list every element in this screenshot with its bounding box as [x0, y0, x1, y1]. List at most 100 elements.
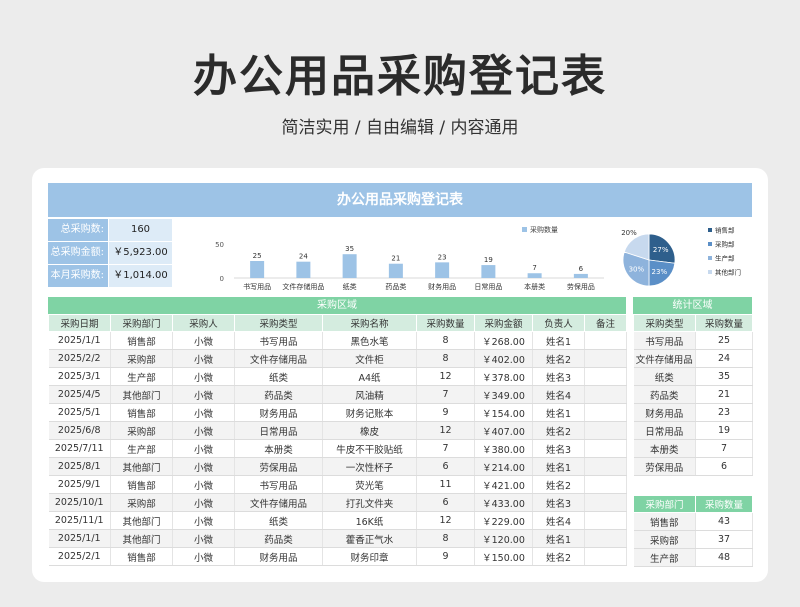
table-cell[interactable]: ￥433.00 [474, 493, 533, 512]
table-cell[interactable]: 销售部 [110, 403, 173, 422]
table-cell[interactable]: 书写用品 [234, 475, 323, 494]
table-cell[interactable]: 2025/8/1 [48, 457, 111, 476]
table-cell[interactable]: 2025/7/11 [48, 439, 111, 458]
table-cell[interactable]: 48 [695, 548, 753, 567]
table-cell[interactable]: 其他部门 [110, 511, 173, 530]
table-cell[interactable]: 劳保用品 [633, 457, 696, 476]
table-cell[interactable]: 姓名3 [532, 439, 585, 458]
table-cell[interactable]: 药品类 [633, 385, 696, 404]
table-cell[interactable]: 24 [695, 349, 753, 368]
table-cell[interactable]: 生产部 [110, 367, 173, 386]
table-cell[interactable]: 生产部 [633, 548, 696, 567]
table-cell[interactable]: ￥380.00 [474, 439, 533, 458]
table-cell[interactable]: ￥407.00 [474, 421, 533, 440]
table-cell[interactable]: 姓名1 [532, 403, 585, 422]
column-header[interactable]: 采购类型 [234, 314, 323, 332]
table-cell[interactable]: 12 [416, 421, 475, 440]
table-cell[interactable] [584, 493, 627, 512]
column-header[interactable]: 采购部门 [633, 495, 696, 513]
column-header[interactable]: 采购数量 [695, 314, 753, 332]
table-cell[interactable]: 其他部门 [110, 529, 173, 548]
table-cell[interactable]: 本册类 [234, 439, 323, 458]
table-cell[interactable]: 文件存储用品 [633, 349, 696, 368]
table-cell[interactable]: ￥154.00 [474, 403, 533, 422]
table-cell[interactable]: 6 [695, 457, 753, 476]
column-header[interactable]: 采购部门 [110, 314, 173, 332]
table-cell[interactable]: 2025/2/1 [48, 547, 111, 566]
table-cell[interactable]: 6 [416, 493, 475, 512]
table-cell[interactable] [584, 457, 627, 476]
table-cell[interactable]: 2025/10/1 [48, 493, 111, 512]
column-header[interactable]: 采购金额 [474, 314, 533, 332]
table-cell[interactable] [584, 385, 627, 404]
table-cell[interactable]: 藿香正气水 [322, 529, 417, 548]
column-header[interactable]: 采购数量 [695, 495, 753, 513]
table-cell[interactable]: 23 [695, 403, 753, 422]
table-cell[interactable]: 25 [695, 331, 753, 350]
table-cell[interactable]: ￥150.00 [474, 547, 533, 566]
table-cell[interactable]: 小微 [172, 529, 235, 548]
table-cell[interactable]: 采购部 [110, 421, 173, 440]
table-cell[interactable]: 文件存储用品 [234, 493, 323, 512]
table-cell[interactable]: 牛皮不干胶贴纸 [322, 439, 417, 458]
table-cell[interactable]: 16K纸 [322, 511, 417, 530]
table-cell[interactable]: 小微 [172, 439, 235, 458]
kpi-value[interactable]: ￥1,014.00 [109, 265, 172, 287]
table-cell[interactable] [584, 349, 627, 368]
table-cell[interactable]: 姓名4 [532, 511, 585, 530]
table-cell[interactable]: 日常用品 [633, 421, 696, 440]
table-cell[interactable]: 其他部门 [110, 457, 173, 476]
table-cell[interactable]: 7 [416, 385, 475, 404]
table-cell[interactable]: ￥378.00 [474, 367, 533, 386]
column-header[interactable]: 采购类型 [633, 314, 696, 332]
table-cell[interactable]: 2025/1/1 [48, 331, 111, 350]
table-cell[interactable]: ￥421.00 [474, 475, 533, 494]
table-cell[interactable]: 打孔文件夹 [322, 493, 417, 512]
table-cell[interactable]: 日常用品 [234, 421, 323, 440]
table-cell[interactable] [584, 529, 627, 548]
table-cell[interactable]: 小微 [172, 475, 235, 494]
table-cell[interactable] [584, 475, 627, 494]
table-cell[interactable]: 2025/11/1 [48, 511, 111, 530]
table-cell[interactable]: 姓名2 [532, 547, 585, 566]
table-cell[interactable]: 9 [416, 403, 475, 422]
table-cell[interactable]: 小微 [172, 367, 235, 386]
table-cell[interactable]: 姓名1 [532, 457, 585, 476]
table-cell[interactable]: 销售部 [110, 331, 173, 350]
table-cell[interactable]: 财务记账本 [322, 403, 417, 422]
table-cell[interactable]: 姓名2 [532, 349, 585, 368]
table-cell[interactable]: 12 [416, 367, 475, 386]
column-header[interactable]: 采购日期 [48, 314, 111, 332]
table-cell[interactable]: 销售部 [110, 475, 173, 494]
table-cell[interactable]: 财务印章 [322, 547, 417, 566]
table-cell[interactable]: 2025/1/1 [48, 529, 111, 548]
table-cell[interactable] [584, 547, 627, 566]
table-cell[interactable]: 财务用品 [234, 547, 323, 566]
column-header[interactable]: 采购数量 [416, 314, 475, 332]
table-cell[interactable]: 纸类 [633, 367, 696, 386]
column-header[interactable]: 采购人 [172, 314, 235, 332]
table-cell[interactable]: ￥214.00 [474, 457, 533, 476]
table-cell[interactable]: A4纸 [322, 367, 417, 386]
table-cell[interactable]: 小微 [172, 511, 235, 530]
kpi-value[interactable]: ￥5,923.00 [109, 242, 172, 264]
table-cell[interactable]: 43 [695, 512, 753, 531]
table-cell[interactable]: 37 [695, 530, 753, 549]
table-cell[interactable]: 小微 [172, 385, 235, 404]
table-cell[interactable]: 生产部 [110, 439, 173, 458]
table-cell[interactable]: 19 [695, 421, 753, 440]
table-cell[interactable]: 姓名1 [532, 529, 585, 548]
table-cell[interactable]: 7 [695, 439, 753, 458]
table-cell[interactable]: 劳保用品 [234, 457, 323, 476]
kpi-value[interactable]: 160 [109, 219, 172, 241]
column-header[interactable]: 采购名称 [322, 314, 417, 332]
table-cell[interactable]: 其他部门 [110, 385, 173, 404]
table-cell[interactable] [584, 331, 627, 350]
table-cell[interactable]: 12 [416, 511, 475, 530]
table-cell[interactable]: 姓名3 [532, 367, 585, 386]
table-cell[interactable] [584, 403, 627, 422]
table-cell[interactable] [584, 511, 627, 530]
table-cell[interactable]: 采购部 [633, 530, 696, 549]
table-cell[interactable] [584, 367, 627, 386]
table-cell[interactable]: 2025/2/2 [48, 349, 111, 368]
